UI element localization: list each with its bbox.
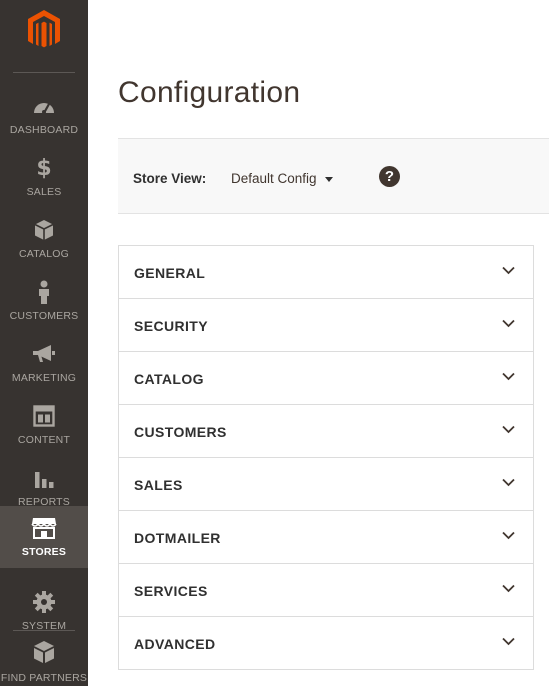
chevron-down-icon [502,372,515,381]
chevron-down-icon [502,425,515,434]
storefront-icon [0,516,88,540]
section-services[interactable]: SERVICES [119,564,533,617]
section-title: ADVANCED [134,636,216,652]
box-icon [0,218,88,242]
sidebar-item-label: STORES [21,546,67,558]
bar-chart-icon [0,466,88,490]
section-title: CATALOG [134,371,204,387]
section-advanced[interactable]: ADVANCED [119,617,533,670]
dollar-icon: $ [36,155,52,181]
gear-icon [0,590,88,614]
section-sales[interactable]: SALES [119,458,533,511]
magento-logo-icon [28,10,60,48]
magento-logo[interactable] [0,0,88,64]
store-view-bar: Store View: Default Config ? [118,138,549,214]
blocks-icon [0,640,88,664]
store-view-value: Default Config [231,171,317,186]
sidebar-item-label: CONTENT [17,434,71,446]
sidebar-item-system[interactable]: SYSTEM [0,580,88,642]
section-title: SERVICES [134,583,208,599]
section-security[interactable]: SECURITY [119,299,533,352]
person-icon [0,280,88,304]
section-title: SALES [134,477,183,493]
admin-sidebar: DASHBOARD $ SALES CATALOG CUSTOMERS MARK… [0,0,88,686]
sidebar-item-label: CUSTOMERS [9,310,79,322]
store-view-switcher[interactable]: Default Config [231,171,333,186]
megaphone-icon [0,342,88,366]
section-title: SECURITY [134,318,208,334]
sidebar-item-catalog[interactable]: CATALOG [0,208,88,270]
sidebar-item-marketing[interactable]: MARKETING [0,332,88,394]
chevron-down-icon [502,319,515,328]
layout-icon [0,404,88,428]
sidebar-item-find-partners[interactable]: FIND PARTNERS & EXTENSIONS [0,634,88,686]
chevron-down-icon [502,637,515,646]
section-title: GENERAL [134,265,206,281]
sidebar-item-label: MARKETING [11,372,77,384]
chevron-down-icon [502,478,515,487]
dashboard-icon [0,94,88,118]
sidebar-item-stores[interactable]: STORES [0,506,88,568]
sidebar-item-content[interactable]: CONTENT [0,394,88,456]
section-dotmailer[interactable]: DOTMAILER [119,511,533,564]
config-sections: GENERAL SECURITY CATALOG CUSTOMERS SALES… [118,245,534,670]
sidebar-item-label: SALES [26,186,62,198]
sidebar-item-label: FIND PARTNERS & EXTENSIONS [0,672,88,686]
sidebar-item-label: CATALOG [18,248,70,260]
section-title: CUSTOMERS [134,424,227,440]
sidebar-item-dashboard[interactable]: DASHBOARD [0,84,88,146]
sidebar-item-customers[interactable]: CUSTOMERS [0,270,88,332]
section-general[interactable]: GENERAL [119,246,533,299]
chevron-down-icon [502,266,515,275]
chevron-down-icon [502,584,515,593]
sidebar-item-label: DASHBOARD [9,124,79,136]
help-icon[interactable]: ? [379,166,400,187]
sidebar-item-sales[interactable]: $ SALES [0,146,88,208]
section-catalog[interactable]: CATALOG [119,352,533,405]
chevron-down-icon [502,531,515,540]
section-customers[interactable]: CUSTOMERS [119,405,533,458]
caret-down-icon [324,177,333,182]
page-title: Configuration [118,76,301,109]
section-title: DOTMAILER [134,530,221,546]
sidebar-divider [13,630,75,631]
sidebar-divider [13,72,75,73]
store-view-label: Store View: [133,171,207,186]
